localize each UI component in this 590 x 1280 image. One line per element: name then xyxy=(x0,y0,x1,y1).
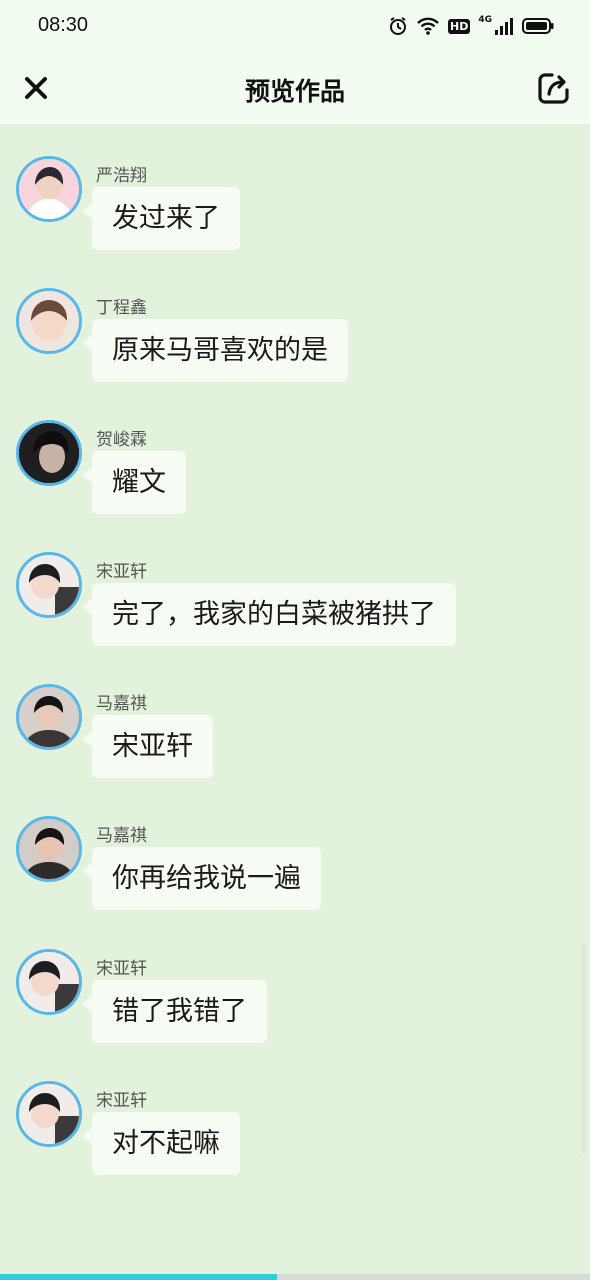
avatar[interactable] xyxy=(16,949,82,1015)
chat-message: 宋亚轩 错了我错了 xyxy=(16,919,576,1044)
avatar[interactable] xyxy=(16,156,82,222)
chat-message: 严浩翔 发过来了 xyxy=(16,126,576,251)
hd-icon: HD xyxy=(448,18,471,34)
chat-message: 马嘉祺 宋亚轩 xyxy=(16,654,576,779)
message-bubble[interactable]: 耀文 xyxy=(82,451,186,514)
sender-name: 严浩翔 xyxy=(96,166,147,186)
message-bubble[interactable]: 完了，我家的白菜被猪拱了 xyxy=(82,583,456,646)
sender-name: 宋亚轩 xyxy=(96,562,147,582)
message-bubble[interactable]: 发过来了 xyxy=(82,187,240,250)
avatar[interactable] xyxy=(16,684,82,750)
scrollbar[interactable] xyxy=(582,944,586,1154)
avatar[interactable] xyxy=(16,552,82,618)
sender-name: 马嘉祺 xyxy=(96,694,147,714)
message-bubble[interactable]: 宋亚轩 xyxy=(82,715,213,778)
avatar[interactable] xyxy=(16,1081,82,1147)
progress-fill xyxy=(0,1274,278,1280)
avatar[interactable] xyxy=(16,816,82,882)
message-bubble[interactable]: 原来马哥喜欢的是 xyxy=(82,319,348,382)
alarm-icon xyxy=(388,16,408,36)
message-bubble[interactable]: 你再给我说一遍 xyxy=(82,847,321,910)
header: 预览作品 xyxy=(0,52,590,124)
sender-name: 丁程鑫 xyxy=(96,298,147,318)
sender-name: 宋亚轩 xyxy=(96,1091,147,1111)
battery-icon xyxy=(522,17,554,35)
sender-name: 贺峻霖 xyxy=(96,430,147,450)
chat-message: 丁程鑫 原来马哥喜欢的是 xyxy=(16,258,576,383)
wifi-icon xyxy=(416,16,440,36)
message-bubble[interactable]: 对不起嘛 xyxy=(82,1112,240,1175)
sender-name: 马嘉祺 xyxy=(96,826,147,846)
page-title: 预览作品 xyxy=(244,77,345,106)
sender-name: 宋亚轩 xyxy=(96,959,147,979)
progress-bar xyxy=(0,1274,590,1280)
status-bar: 08:30 HD 4G xyxy=(0,0,590,52)
avatar[interactable] xyxy=(16,420,82,486)
chat-message: 马嘉祺 你再给我说一遍 xyxy=(16,786,576,911)
share-button[interactable] xyxy=(536,70,572,106)
status-time: 08:30 xyxy=(38,14,89,36)
chat-message: 宋亚轩 对不起嘛 xyxy=(16,1051,576,1176)
chat-message: 宋亚轩 完了，我家的白菜被猪拱了 xyxy=(16,522,576,647)
signal-icon xyxy=(494,16,514,36)
network-type-label: 4G xyxy=(478,15,492,25)
avatar[interactable] xyxy=(16,288,82,354)
share-icon xyxy=(538,73,569,104)
message-bubble[interactable]: 错了我错了 xyxy=(82,980,267,1043)
chat-message: 贺峻霖 耀文 xyxy=(16,390,576,515)
status-icons: HD 4G xyxy=(388,14,554,38)
chat-list[interactable]: 严浩翔 发过来了 丁程鑫 原来马哥喜欢的是 贺峻霖 耀文 宋亚轩 完了，我家的白… xyxy=(0,124,590,1274)
